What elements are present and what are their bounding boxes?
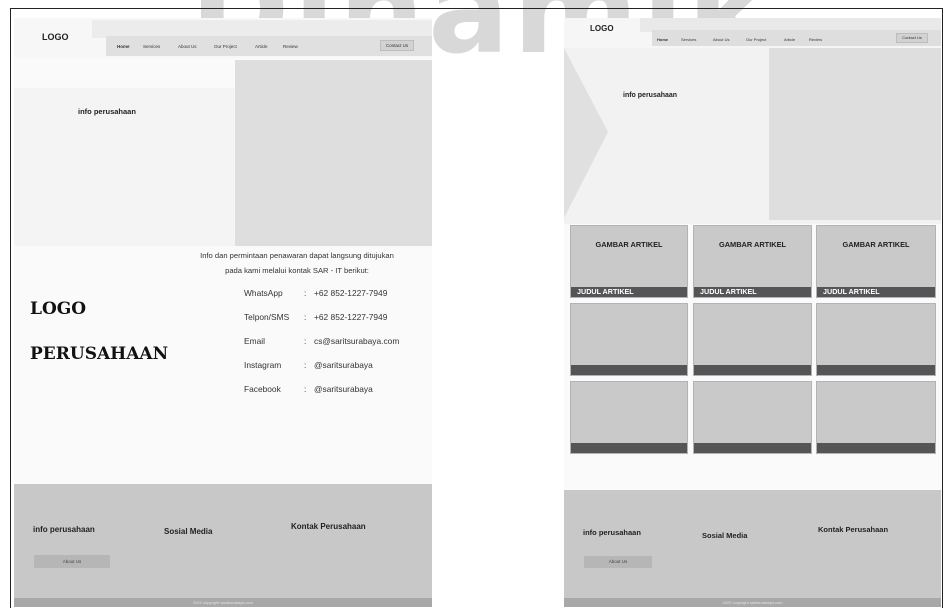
article-title-bar — [817, 443, 935, 453]
contact-telpon: Telpon/SMS: +62 852-1227-7949 — [244, 312, 387, 322]
article-title-bar — [694, 365, 811, 375]
article-title-bar — [571, 443, 687, 453]
copyright-text: 2022 copyright saritsurabaya.com — [722, 600, 783, 605]
contact-intro: Info dan permintaan penawaran dapat lang… — [162, 248, 432, 278]
contact-label: Instagram — [244, 360, 282, 370]
contact-whatsapp: WhatsApp: +62 852-1227-7949 — [244, 288, 387, 298]
contact-us-button[interactable]: Contact Us — [380, 40, 414, 51]
footer-social-title: Sosial Media — [164, 527, 213, 536]
nav-about-us[interactable]: About Us — [713, 37, 729, 42]
nav-our-project[interactable]: Our Project — [746, 37, 766, 42]
contact-separator: : — [304, 384, 307, 394]
contact-label: Telpon/SMS — [244, 312, 290, 322]
article-card[interactable] — [570, 381, 688, 454]
header: LOGO Home Services About Us Our Project … — [14, 18, 432, 58]
company-logo-line1: LOGO — [30, 299, 87, 319]
nav-review[interactable]: Review — [283, 44, 298, 49]
article-card[interactable] — [693, 381, 812, 454]
about-us-button[interactable]: About Us — [584, 556, 652, 568]
nav-review[interactable]: Review — [809, 37, 822, 42]
contact-separator: : — [304, 336, 307, 346]
header-logo[interactable]: LOGO — [590, 24, 614, 33]
nav-our-project[interactable]: Our Project — [214, 44, 237, 49]
hero-title: info perusahaan — [623, 92, 678, 99]
footer-bottom-bar: 2022 copyright saritsurabaya.com — [564, 598, 941, 607]
header: LOGO Home Services About Us Our Project … — [564, 18, 941, 48]
article-title-bar — [817, 365, 935, 375]
homepage-wireframe: LOGO Home Services About Us Our Project … — [14, 18, 432, 607]
nav-about-us[interactable]: About Us — [178, 44, 197, 49]
footer-contact-title: Kontak Perusahaan — [291, 522, 366, 531]
hero-image-placeholder — [769, 48, 941, 220]
contact-label: WhatsApp — [244, 288, 283, 298]
article-title[interactable]: JUDUL ARTIKEL — [700, 287, 757, 297]
footer: info perusahaan Sosial Media Kontak Peru… — [14, 484, 432, 598]
article-card[interactable] — [693, 303, 812, 376]
contact-value[interactable]: cs@saritsurabaya.com — [314, 336, 399, 346]
article-image-label: GAMBAR ARTIKEL — [595, 240, 663, 249]
contact-value[interactable]: @saritsurabaya — [314, 384, 373, 394]
article-page-wireframe: LOGO Home Services About Us Our Project … — [564, 18, 941, 607]
footer-bottom-bar: 2022 copyright saritsurabaya.com — [14, 598, 432, 607]
contact-label: Facebook — [244, 384, 281, 394]
footer-info-title: info perusahaan — [583, 528, 641, 537]
contact-facebook: Facebook: @saritsurabaya — [244, 384, 373, 394]
article-card[interactable] — [816, 381, 936, 454]
footer-info-title: info perusahaan — [33, 525, 95, 534]
nav-article[interactable]: Article — [784, 37, 795, 42]
footer: info perusahaan Sosial Media Kontak Peru… — [564, 490, 941, 598]
about-us-button[interactable]: About Us — [34, 555, 110, 568]
article-card[interactable] — [570, 303, 688, 376]
article-card[interactable]: GAMBAR ARTIKEL JUDUL ARTIKEL — [570, 225, 688, 298]
nav-home[interactable]: Home — [117, 44, 130, 49]
nav-services[interactable]: Services — [681, 37, 696, 42]
contact-us-button[interactable]: Contact Us — [896, 33, 928, 43]
contact-email: Email: cs@saritsurabaya.com — [244, 336, 399, 346]
company-logo-line2: PERUSAHAAN — [30, 344, 169, 364]
article-title[interactable]: JUDUL ARTIKEL — [823, 287, 880, 297]
footer-contact-title: Kontak Perusahaan — [818, 525, 889, 534]
article-image-label: GAMBAR ARTIKEL — [842, 240, 910, 249]
contact-label: Email — [244, 336, 265, 346]
article-card[interactable] — [816, 303, 936, 376]
hero-title: info perusahaan — [78, 107, 136, 116]
contact-separator: : — [304, 312, 307, 322]
copyright-text: 2022 copyright saritsurabaya.com — [192, 600, 254, 605]
article-card[interactable]: GAMBAR ARTIKEL JUDUL ARTIKEL — [816, 225, 936, 298]
contact-intro-line1: Info dan permintaan penawaran dapat lang… — [200, 251, 394, 260]
contact-value[interactable]: @saritsurabaya — [314, 360, 373, 370]
article-card[interactable]: GAMBAR ARTIKEL JUDUL ARTIKEL — [693, 225, 812, 298]
contact-value[interactable]: +62 852-1227-7949 — [314, 312, 387, 322]
article-title-bar — [571, 365, 687, 375]
article-title[interactable]: JUDUL ARTIKEL — [577, 287, 634, 297]
article-title-bar — [694, 443, 811, 453]
nav-article[interactable]: Article — [255, 44, 268, 49]
nav-services[interactable]: Services — [143, 44, 160, 49]
header-logo[interactable]: LOGO — [42, 32, 69, 42]
hero-image-placeholder — [235, 60, 432, 246]
contact-separator: : — [304, 288, 307, 298]
contact-value[interactable]: +62 852-1227-7949 — [314, 288, 387, 298]
contact-intro-line2: pada kami melalui kontak SAR - IT beriku… — [225, 266, 369, 275]
article-image-label: GAMBAR ARTIKEL — [718, 240, 787, 249]
footer-social-title: Sosial Media — [702, 531, 748, 540]
nav-home[interactable]: Home — [657, 37, 668, 42]
contact-instagram: Instagram: @saritsurabaya — [244, 360, 373, 370]
contact-separator: : — [304, 360, 307, 370]
